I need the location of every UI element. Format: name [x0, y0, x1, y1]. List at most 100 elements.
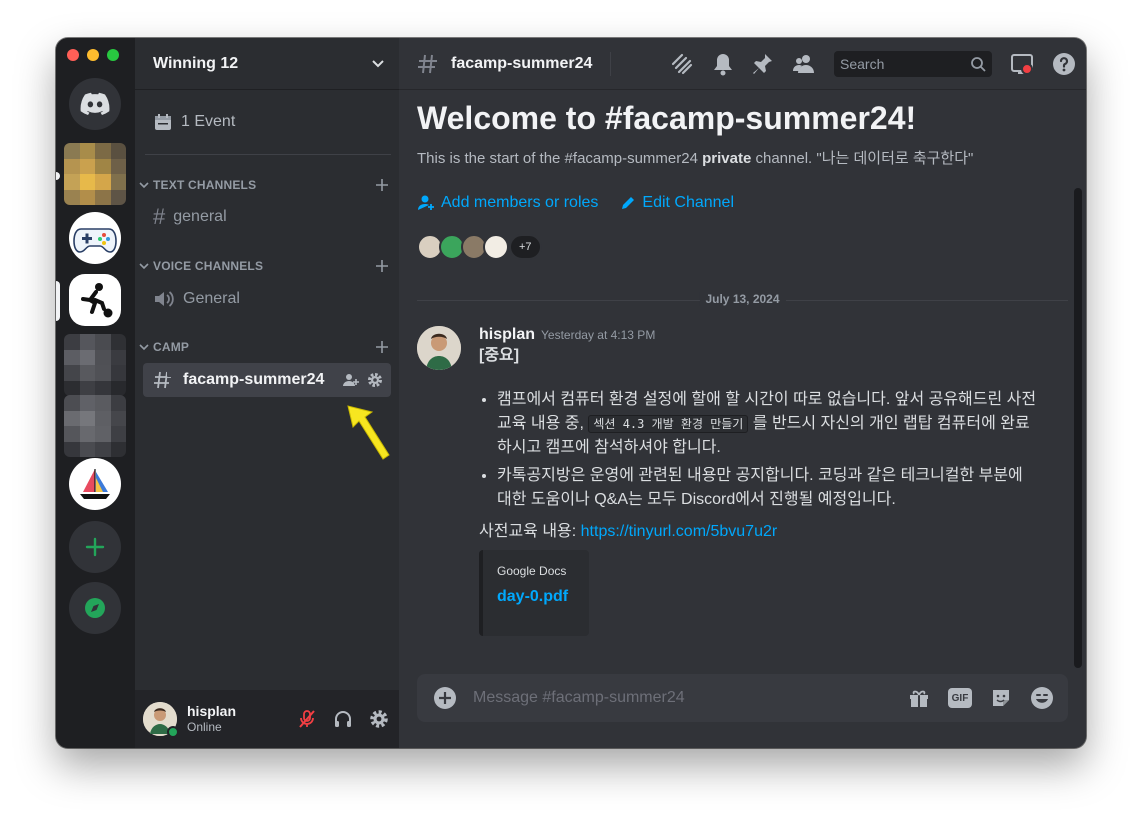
message-list: Welcome to #facamp-summer24! This is the…	[417, 90, 1070, 636]
plus-circle-icon[interactable]	[433, 686, 457, 710]
emoji-icon[interactable]	[1030, 686, 1054, 710]
invite-members-icon[interactable]	[343, 372, 359, 388]
category-label: CAMP	[153, 340, 190, 354]
chevron-down-icon	[372, 59, 384, 67]
mic-muted-icon[interactable]	[297, 709, 317, 729]
create-channel-icon[interactable]	[375, 340, 389, 354]
sidebar-divider	[145, 154, 391, 155]
header-divider	[610, 51, 612, 76]
gamepad-icon	[73, 228, 117, 253]
create-channel-icon[interactable]	[375, 259, 389, 273]
annotation-arrow	[347, 405, 390, 460]
private-hash-icon	[154, 371, 174, 389]
embed-provider: Google Docs	[497, 564, 567, 578]
link-label: 사전교육 내용:	[479, 523, 581, 540]
help-icon[interactable]	[1052, 52, 1076, 76]
server-gamepad[interactable]	[69, 212, 121, 264]
server-sailboat[interactable]	[69, 458, 121, 510]
search-placeholder: Search	[840, 56, 885, 72]
guild-header[interactable]: Winning 12	[135, 38, 399, 90]
members-icon[interactable]	[792, 52, 816, 76]
online-status-dot	[167, 726, 179, 738]
embed-title-link[interactable]: day-0.pdf	[497, 588, 575, 606]
chevron-down-icon	[139, 263, 149, 270]
list-item: 캠프에서 컴퓨터 환경 설정에 할애 할 시간이 따로 없습니다. 앞서 공유해…	[497, 388, 1040, 460]
member-avatar	[483, 234, 509, 260]
server-pixel-3[interactable]	[64, 395, 126, 457]
add-members-label: Add members or roles	[441, 194, 599, 211]
channel-label: general	[173, 208, 227, 225]
channel-general-voice[interactable]: General	[143, 282, 391, 316]
channel-description: This is the start of the #facamp-summer2…	[417, 147, 1070, 168]
message-timestamp: Yesterday at 4:13 PM	[541, 328, 656, 342]
server-pixel-1[interactable]	[64, 143, 126, 205]
channel-actions: Add members or roles Edit Channel	[417, 194, 1070, 212]
date-divider: July 13, 2024	[417, 292, 1068, 306]
edit-channel-link[interactable]: Edit Channel	[620, 194, 734, 212]
channel-header: facamp-summer24 Search	[399, 38, 1086, 90]
pin-icon[interactable]	[752, 52, 774, 76]
avatar[interactable]	[143, 702, 179, 738]
hash-icon: #	[153, 204, 166, 229]
add-members-link[interactable]: Add members or roles	[417, 194, 598, 212]
chevron-down-icon	[139, 182, 149, 189]
user-settings-gear-icon[interactable]	[369, 709, 389, 729]
search-input[interactable]: Search	[834, 51, 992, 77]
sticker-icon[interactable]	[990, 687, 1012, 709]
server-soccer[interactable]	[69, 274, 121, 326]
message-input[interactable]: Message #facamp-summer24	[473, 689, 685, 707]
category-voice-channels[interactable]: VOICE CHANNELS	[139, 259, 389, 273]
user-panel: hisplan Online	[135, 690, 399, 748]
minimize-window-button[interactable]	[87, 49, 99, 61]
events-link[interactable]: 1 Event	[153, 112, 235, 132]
message-composer[interactable]: Message #facamp-summer24 GIF	[417, 674, 1068, 722]
channel-facamp-summer24[interactable]: facamp-summer24	[143, 363, 391, 397]
category-label: VOICE CHANNELS	[153, 259, 264, 273]
category-label: TEXT CHANNELS	[153, 178, 257, 192]
link-line: 사전교육 내용: https://tinyurl.com/5bvu7u2r	[479, 520, 1040, 544]
discord-home-icon	[80, 92, 110, 115]
chevron-down-icon	[139, 344, 149, 351]
member-avatars[interactable]: +7	[417, 234, 1070, 260]
gift-icon[interactable]	[908, 687, 930, 709]
channel-general-text[interactable]: # general	[143, 200, 391, 234]
create-channel-icon[interactable]	[375, 178, 389, 192]
message-content: [중요] 캠프에서 컴퓨터 환경 설정에 할애 할 시간이 따로 없습니다. 앞…	[479, 344, 1040, 544]
category-camp[interactable]: CAMP	[139, 340, 389, 354]
scrollbar[interactable]	[1074, 188, 1082, 668]
welcome-title: Welcome to #facamp-summer24!	[417, 100, 917, 136]
channel-label: General	[183, 290, 240, 307]
selected-indicator	[56, 281, 60, 321]
desc-text: This is the start of the #facamp-summer2…	[417, 150, 703, 167]
tinyurl-link[interactable]: https://tinyurl.com/5bvu7u2r	[581, 523, 778, 540]
threads-icon[interactable]	[670, 52, 694, 76]
category-text-channels[interactable]: TEXT CHANNELS	[139, 178, 389, 192]
speaker-icon	[155, 291, 174, 307]
message-author[interactable]: hisplan	[479, 326, 535, 344]
inbox-icon[interactable]	[1010, 52, 1034, 76]
edit-channel-label: Edit Channel	[642, 194, 735, 211]
desc-bold: private	[702, 150, 752, 167]
gif-button[interactable]: GIF	[948, 688, 972, 708]
username: hisplan	[187, 703, 237, 719]
more-members-badge: +7	[509, 234, 542, 260]
chat-area: facamp-summer24 Search Welcome to #facam…	[399, 38, 1086, 748]
add-server-button[interactable]	[69, 521, 121, 573]
gear-icon[interactable]	[367, 372, 383, 388]
plus-icon	[85, 537, 105, 557]
close-window-button[interactable]	[67, 49, 79, 61]
bell-icon[interactable]	[712, 52, 734, 76]
channel-title: facamp-summer24	[451, 54, 593, 72]
avatar[interactable]	[417, 326, 461, 370]
calendar-icon	[155, 114, 171, 130]
zoom-window-button[interactable]	[107, 49, 119, 61]
inline-code: 섹션 4.3 개발 환경 만들기	[588, 415, 749, 433]
search-icon	[971, 57, 986, 72]
headphones-icon[interactable]	[333, 709, 353, 729]
soccer-player-icon	[81, 283, 113, 318]
server-pixel-2[interactable]	[64, 334, 126, 396]
pencil-icon	[622, 197, 635, 209]
link-embed: Google Docs day-0.pdf	[479, 550, 589, 636]
explore-servers-button[interactable]	[69, 582, 121, 634]
home-button[interactable]	[69, 78, 121, 130]
